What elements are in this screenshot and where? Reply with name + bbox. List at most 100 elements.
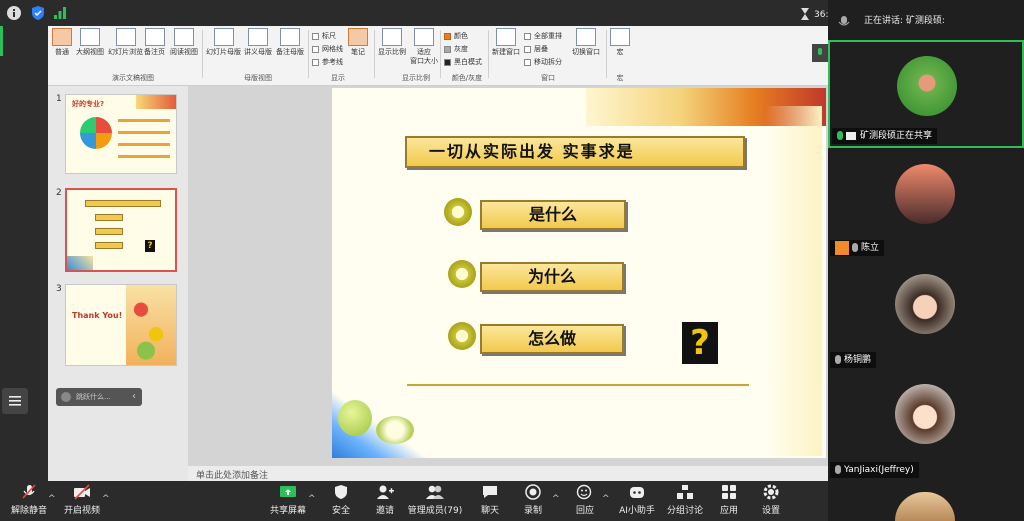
react-options-caret[interactable]: ^ xyxy=(602,494,610,504)
bullet-ring xyxy=(444,198,472,226)
guides-checkbox[interactable]: 参考线 xyxy=(312,58,343,67)
ai-assistant-button[interactable]: AI小助手 xyxy=(616,484,658,516)
outline-view-button[interactable]: 大纲视图 xyxy=(76,28,104,57)
participant-tile[interactable]: 杨铜鹏 xyxy=(828,262,1024,370)
participant-tile[interactable]: 陈立 xyxy=(828,150,1024,258)
shield-icon[interactable] xyxy=(30,5,46,21)
slide-thumb-3[interactable]: Thank You! xyxy=(65,284,177,366)
bullet-ring xyxy=(448,260,476,288)
notes-area[interactable]: 单击此处添加备注 xyxy=(188,466,828,481)
question-mark-box: ? xyxy=(682,322,718,364)
reaction-icon xyxy=(576,484,594,500)
camera-off-icon xyxy=(73,484,91,500)
group-label: 宏 xyxy=(616,74,624,82)
active-indicator xyxy=(0,26,3,56)
zoom-button[interactable]: 显示比例 xyxy=(378,28,406,57)
ai-assistant-icon xyxy=(628,484,646,500)
chat-button[interactable]: 聊天 xyxy=(476,484,504,516)
slide-thumb-2[interactable]: ? xyxy=(65,188,177,272)
move-split-option[interactable]: 移动拆分 xyxy=(524,58,562,67)
collapse-icon[interactable]: ‹ xyxy=(125,388,143,406)
record-button[interactable]: 录制 xyxy=(518,484,548,516)
cascade-option[interactable]: 层叠 xyxy=(524,45,548,54)
info-icon[interactable] xyxy=(6,5,22,21)
participant-tile[interactable] xyxy=(828,484,1024,521)
slide-number: 3 xyxy=(56,284,62,294)
switch-window-button[interactable]: 切换窗口 xyxy=(572,28,600,57)
participant-name: 矿测段硕正在共享 xyxy=(832,128,938,144)
fit-window-button[interactable]: 适应 窗口大小 xyxy=(410,28,438,66)
unmute-button[interactable]: 解除静音 xyxy=(10,484,48,516)
participant-tile[interactable]: 矿测段硕正在共享 xyxy=(828,40,1024,148)
handout-master-button[interactable]: 讲义母版 xyxy=(244,28,272,57)
gridlines-checkbox[interactable]: 网格线 xyxy=(312,45,343,54)
group-label: 窗口 xyxy=(541,74,555,82)
slide-thumb-1[interactable]: 好的专业? xyxy=(65,94,177,174)
arrange-all-option[interactable]: 全部重排 xyxy=(524,32,562,41)
signal-icon[interactable] xyxy=(52,5,68,21)
members-icon xyxy=(426,484,444,500)
left-rail xyxy=(0,26,48,481)
participants-panel: 正在讲话: 矿测段硕: 矿测段硕正在共享 陈立 杨铜鹏 YanJiaxi(Jef… xyxy=(812,0,1024,521)
group-label: 显示 xyxy=(331,74,345,82)
group-label: 颜色/灰度 xyxy=(451,74,483,82)
participant-name: 陈立 xyxy=(830,240,885,256)
slide-thumbnails: 1 好的专业? 2 ? 3 Thank You! 跳跃什么... ‹ xyxy=(48,86,188,481)
meeting-toolbar: 解除静音 ^ 开启视频 ^ 共享屏幕 ^ 安全 邀请 管理成员(79) 聊天 录… xyxy=(0,481,828,521)
mute-options-caret[interactable]: ^ xyxy=(48,494,56,504)
slide-sorter-button[interactable]: 幻灯片浏览 xyxy=(108,28,143,57)
notes-page-button[interactable]: 备注页 xyxy=(144,28,165,57)
meeting-timer: 36:22(60分钟) xyxy=(814,10,828,20)
chat-icon xyxy=(481,484,499,500)
gear-icon xyxy=(762,484,780,500)
macro-button[interactable]: 宏 xyxy=(610,28,630,57)
slide-title-bar: 一切从实际出发 实事求是 xyxy=(405,136,745,168)
thumb-title: 好的专业? xyxy=(72,100,105,108)
group-label: 演示文稿视图 xyxy=(112,74,154,82)
apple-slice-image xyxy=(376,416,414,444)
side-toggle[interactable] xyxy=(812,44,828,62)
group-label: 母版视图 xyxy=(244,74,272,82)
item-why: 为什么 xyxy=(480,262,624,292)
notes-master-button[interactable]: 备注母版 xyxy=(276,28,304,57)
group-label: 显示比例 xyxy=(402,74,430,82)
new-window-button[interactable]: 新建窗口 xyxy=(492,28,520,57)
avatar xyxy=(895,274,955,334)
bw-option[interactable]: 黑白模式 xyxy=(444,58,482,67)
participant-name: 杨铜鹏 xyxy=(830,352,877,368)
speaker-mic-icon xyxy=(838,14,850,28)
grayscale-option[interactable]: 灰度 xyxy=(444,45,468,54)
video-options-caret[interactable]: ^ xyxy=(102,494,110,504)
color-option[interactable]: 颜色 xyxy=(444,32,468,41)
record-icon xyxy=(524,484,542,500)
invite-button[interactable]: 邀请 xyxy=(370,484,400,516)
thumb-title: Thank You! xyxy=(72,311,123,320)
breakout-button[interactable]: 分组讨论 xyxy=(664,484,706,516)
share-screen-button[interactable]: 共享屏幕 xyxy=(268,484,308,516)
reading-view-button[interactable]: 阅读视图 xyxy=(170,28,198,57)
apple-image xyxy=(338,400,372,436)
notes-button[interactable]: 笔记 xyxy=(348,28,368,57)
current-slide[interactable]: 一切从实际出发 实事求是 是什么 为什么 怎么做 ? xyxy=(332,88,826,458)
apps-button[interactable]: 应用 xyxy=(714,484,744,516)
react-button[interactable]: 回应 xyxy=(570,484,600,516)
slide-number: 2 xyxy=(56,188,62,198)
right-border-deco xyxy=(766,106,822,456)
item-how: 怎么做 xyxy=(480,324,624,354)
bullet-ring xyxy=(448,322,476,350)
slide-master-button[interactable]: 幻灯片母版 xyxy=(206,28,241,57)
manage-members-button[interactable]: 管理成员(79) xyxy=(406,484,464,516)
start-video-button[interactable]: 开启视频 xyxy=(62,484,102,516)
participant-tile[interactable]: YanJiaxi(Jeffrey) xyxy=(828,372,1024,480)
share-screen-icon xyxy=(279,484,297,500)
menu-list-icon[interactable] xyxy=(2,388,28,414)
avatar xyxy=(897,56,957,116)
avatar xyxy=(895,384,955,444)
ruler-checkbox[interactable]: 标尺 xyxy=(312,32,336,41)
slide-number: 1 xyxy=(56,94,62,104)
normal-view-button[interactable]: 普通 xyxy=(52,28,72,57)
security-button[interactable]: 安全 xyxy=(326,484,356,516)
record-options-caret[interactable]: ^ xyxy=(552,494,560,504)
share-options-caret[interactable]: ^ xyxy=(308,494,316,504)
settings-button[interactable]: 设置 xyxy=(756,484,786,516)
